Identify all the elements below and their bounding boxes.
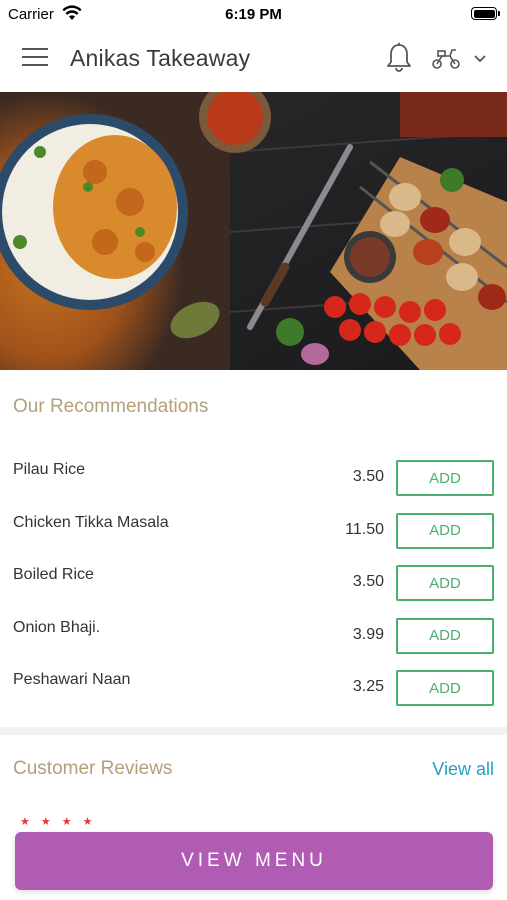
item-price: 3.50 <box>352 573 384 590</box>
item-name: Chicken Tikka Masala <box>13 513 169 531</box>
item-name: Boiled Rice <box>13 566 94 583</box>
view-all-reviews-link[interactable]: View all <box>432 759 494 780</box>
add-button[interactable]: ADD <box>396 670 494 706</box>
add-button[interactable]: ADD <box>396 617 494 654</box>
item-price: 11.50 <box>345 520 384 538</box>
star-icon: ★ <box>82 816 93 826</box>
food-banner-image <box>0 92 507 370</box>
add-button[interactable]: ADD <box>396 565 494 601</box>
chevron-down-icon[interactable] <box>473 54 487 64</box>
list-item: Peshawari Naan 3.25 ADD <box>0 662 507 715</box>
battery-icon <box>471 7 500 20</box>
recommendations-heading: Our Recommendations <box>13 396 209 417</box>
item-name: Peshawari Naan <box>13 671 131 688</box>
list-item: Onion Bhaji. 3.99 ADD <box>0 610 507 663</box>
rating-stars: ★★★★★ <box>20 812 120 826</box>
status-bar: Carrier 6:19 PM <box>0 0 507 28</box>
item-name: Onion Bhaji. <box>13 618 101 636</box>
view-menu-button[interactable]: VIEW MENU <box>15 832 493 890</box>
add-button[interactable]: ADD <box>396 512 494 549</box>
item-price: 3.25 <box>352 678 384 695</box>
star-icon: ★ <box>40 816 51 826</box>
list-item: Pilau Rice 3.50 ADD <box>0 452 507 505</box>
list-item: Boiled Rice 3.50 ADD <box>0 557 507 610</box>
reviews-heading: Customer Reviews <box>13 758 173 779</box>
star-icon: ★ <box>61 816 72 826</box>
delivery-scooter-icon[interactable] <box>430 46 462 70</box>
add-button[interactable]: ADD <box>396 460 494 496</box>
clock: 6:19 PM <box>225 6 282 23</box>
item-price: 3.50 <box>352 468 384 485</box>
item-price: 3.99 <box>352 625 384 643</box>
app-header: Anikas Takeaway <box>0 28 507 92</box>
page-title: Anikas Takeaway <box>70 45 251 71</box>
recommendations-list: Pilau Rice 3.50 ADD Chicken Tikka Masala… <box>0 452 507 715</box>
hero-banner <box>0 92 507 370</box>
hamburger-menu-icon[interactable] <box>22 48 48 68</box>
bell-icon[interactable] <box>385 42 413 74</box>
star-icon: ★ <box>20 816 30 826</box>
item-name: Pilau Rice <box>13 461 86 478</box>
section-divider <box>0 727 507 735</box>
list-item: Chicken Tikka Masala 11.50 ADD <box>0 505 507 558</box>
